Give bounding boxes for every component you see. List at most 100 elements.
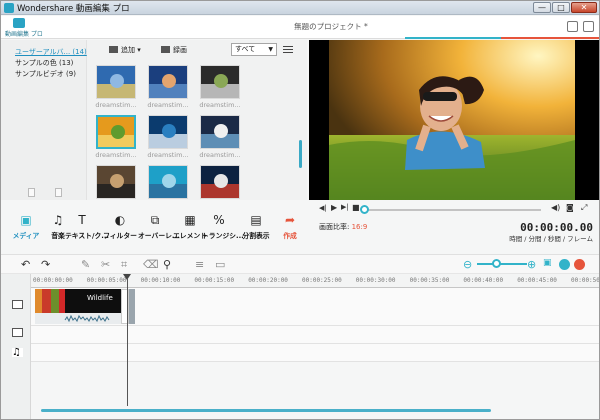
app-icon bbox=[4, 3, 14, 13]
media-scrollbar[interactable] bbox=[299, 140, 302, 168]
media-thumbnail[interactable] bbox=[200, 115, 240, 149]
crop-icon[interactable]: ⌗ bbox=[121, 258, 127, 272]
tool-transition[interactable]: % トランジシ... bbox=[202, 213, 244, 249]
new-folder-icon[interactable] bbox=[28, 188, 35, 197]
media-thumbnail[interactable] bbox=[148, 65, 188, 99]
media-thumbnail[interactable] bbox=[200, 165, 240, 199]
track-headers: ♫ bbox=[1, 274, 31, 419]
zoom-slider[interactable] bbox=[477, 263, 527, 265]
thumbnail-label: dreamstim... bbox=[95, 151, 137, 159]
media-thumbnail[interactable] bbox=[200, 65, 240, 99]
close-button[interactable]: ✕ bbox=[571, 2, 597, 13]
snap-toggle-icon[interactable] bbox=[559, 259, 570, 270]
tool-filter[interactable]: ◐ フィルター bbox=[103, 213, 137, 249]
minimize-button[interactable]: — bbox=[533, 2, 551, 13]
cut-icon[interactable]: ✂ bbox=[101, 258, 110, 271]
delete-folder-icon[interactable] bbox=[55, 188, 62, 197]
logo-mark-icon bbox=[13, 18, 25, 28]
menu-icon[interactable] bbox=[283, 44, 293, 54]
zoom-knob[interactable] bbox=[492, 259, 501, 268]
thumbnail-image bbox=[201, 66, 239, 98]
tool-label: メディア bbox=[12, 232, 40, 240]
stop-icon[interactable]: ■ bbox=[352, 203, 360, 212]
add-button[interactable]: 追加 ▾ bbox=[109, 45, 141, 55]
image-track-icon bbox=[12, 328, 23, 337]
clip-label: Wildlife bbox=[87, 294, 113, 302]
timeline-scrollbar[interactable] bbox=[41, 409, 491, 412]
ruler-tick-label: 00:00:40:00 bbox=[463, 277, 504, 284]
library-item-sample-videos[interactable]: サンプルビデオ (9) bbox=[15, 69, 76, 79]
thumbnail-image bbox=[98, 117, 134, 147]
thumbnail-label: dreamstim... bbox=[95, 101, 137, 109]
undo-icon[interactable]: ↶ bbox=[21, 258, 30, 271]
fit-icon[interactable]: ▣ bbox=[543, 258, 552, 268]
thumbnail-label: dreamstim... bbox=[199, 101, 241, 109]
thumbnail-label: dreamstim... bbox=[199, 151, 241, 159]
microphone-icon[interactable]: ⚲ bbox=[163, 258, 171, 271]
tool-label: フィルター bbox=[103, 232, 137, 240]
library-item-sample-colors[interactable]: サンプルの色 (13) bbox=[15, 58, 73, 68]
record-icon bbox=[161, 46, 170, 53]
snapshot-icon[interactable]: ◙ bbox=[566, 203, 574, 212]
library-item-user-album[interactable]: ユーザーアルバ... (14) bbox=[15, 47, 87, 57]
ruler-tick-label: 00:00:25:00 bbox=[302, 277, 342, 284]
tool-label: 分割表示 bbox=[242, 232, 270, 240]
music-track[interactable] bbox=[31, 344, 599, 362]
zoom-in-icon[interactable]: ⊕ bbox=[527, 258, 536, 271]
tool-text[interactable]: T テキスト/ク... bbox=[65, 213, 110, 249]
volume-icon[interactable]: ◀) bbox=[551, 203, 560, 212]
export-icon: ➦ bbox=[284, 213, 296, 227]
tool-media[interactable]: ▣ メディア bbox=[9, 213, 43, 249]
timeline-ruler[interactable]: 00:00:00:00 00:00:05:00 00:00:10:00 00:00:1… bbox=[31, 274, 599, 288]
fullscreen-icon[interactable]: ⤢ bbox=[581, 203, 587, 213]
ruler-tick-label: 00:00:05:00 bbox=[86, 277, 127, 284]
trash-icon[interactable]: ⌫ bbox=[143, 258, 159, 271]
record-button[interactable]: 録画 bbox=[161, 45, 187, 55]
text-icon: T bbox=[78, 213, 86, 227]
tool-split[interactable]: ▤ 分割表示 bbox=[239, 213, 273, 249]
media-thumbnail[interactable] bbox=[96, 65, 136, 99]
save-icon[interactable] bbox=[567, 21, 578, 32]
playhead[interactable] bbox=[127, 278, 128, 406]
thumbnail-image bbox=[149, 166, 187, 198]
media-thumbnail[interactable] bbox=[148, 165, 188, 199]
tool-export[interactable]: ➦ 作成 bbox=[279, 213, 301, 249]
media-thumbnail[interactable] bbox=[96, 115, 136, 149]
video-clip[interactable]: Wildlife bbox=[35, 289, 121, 324]
aspect-value: 16:9 bbox=[351, 223, 368, 231]
thumbnail-image bbox=[149, 66, 187, 98]
edit-icon[interactable]: ✎ bbox=[81, 258, 90, 271]
scene-icon[interactable]: ▭ bbox=[215, 258, 225, 271]
redo-icon[interactable]: ↷ bbox=[41, 258, 50, 271]
element-icon: ▦ bbox=[184, 213, 196, 227]
tool-label: 作成 bbox=[283, 232, 297, 240]
music-track-icon: ♫ bbox=[12, 348, 23, 358]
media-thumbnail[interactable] bbox=[96, 165, 136, 199]
media-icon: ▣ bbox=[20, 213, 32, 227]
filter-dropdown[interactable]: すべて ▼ bbox=[231, 43, 277, 56]
zoom-out-icon[interactable]: ⊖ bbox=[463, 258, 472, 271]
tool-label: テキスト/ク... bbox=[65, 232, 110, 240]
progress-knob[interactable] bbox=[360, 205, 369, 214]
tool-label: トランジシ... bbox=[202, 232, 244, 240]
ruler-tick-label: 00:00:15:00 bbox=[194, 277, 235, 284]
video-track-icon bbox=[12, 300, 23, 309]
video-clip-tail[interactable] bbox=[129, 289, 135, 324]
playback-progress[interactable] bbox=[365, 209, 541, 211]
tool-overlay[interactable]: ⧉ オーバーレ... bbox=[138, 213, 180, 249]
settings-icon[interactable]: ≡ bbox=[195, 258, 204, 271]
record-toggle-icon[interactable] bbox=[574, 259, 585, 270]
ruler-tick-label: 00:00:30:00 bbox=[355, 277, 396, 284]
step-back-icon[interactable]: ◀| bbox=[319, 204, 327, 212]
maximize-button[interactable]: □ bbox=[552, 2, 570, 13]
aspect-ratio[interactable]: 画面比率: 16:9 bbox=[319, 222, 367, 232]
image-track[interactable] bbox=[31, 326, 599, 344]
step-forward-icon[interactable]: ▶| bbox=[341, 203, 349, 211]
player-controls: ◀| ▶ ▶| ■ ◀) ◙ ⤢ 画面比率: 16:9 00:00:00.00 … bbox=[307, 200, 599, 252]
thumbnail-image bbox=[97, 66, 135, 98]
ruler-tick-label: 00:00:45:00 bbox=[517, 277, 557, 284]
play-icon[interactable]: ▶ bbox=[331, 203, 337, 212]
time-format-label: 時間 / 分間 / 秒間 / フレーム bbox=[509, 235, 593, 243]
media-thumbnail[interactable] bbox=[148, 115, 188, 149]
account-icon[interactable] bbox=[583, 21, 594, 32]
